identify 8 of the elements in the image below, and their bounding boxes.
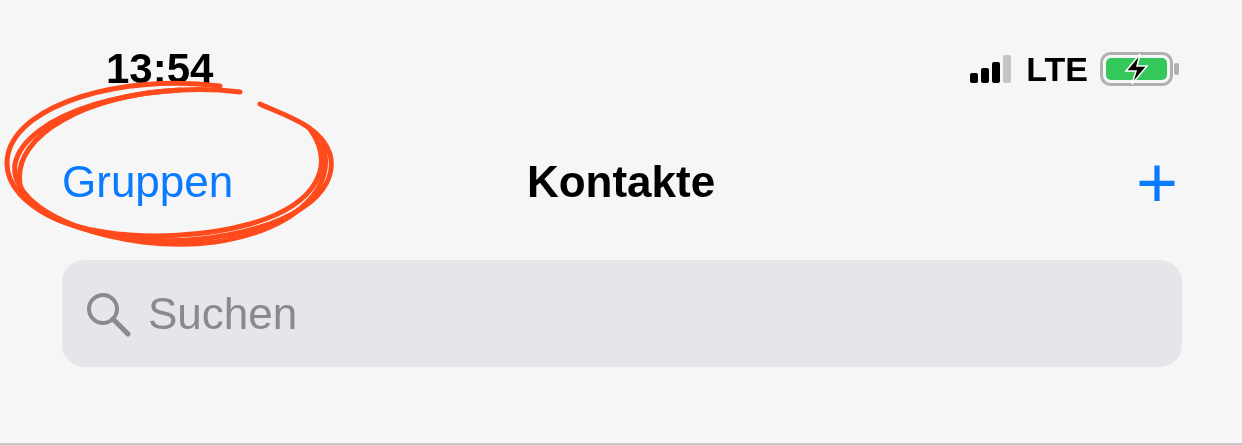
groups-button[interactable]: Gruppen (62, 157, 234, 207)
network-label: LTE (1026, 49, 1088, 89)
search-field[interactable]: Suchen (62, 260, 1182, 367)
status-time: 13:54 (106, 45, 214, 93)
battery-charging-icon (1100, 52, 1180, 86)
add-button[interactable]: + (1135, 152, 1178, 212)
nav-title: Kontakte (526, 157, 716, 207)
search-input[interactable]: Suchen (148, 288, 1160, 339)
